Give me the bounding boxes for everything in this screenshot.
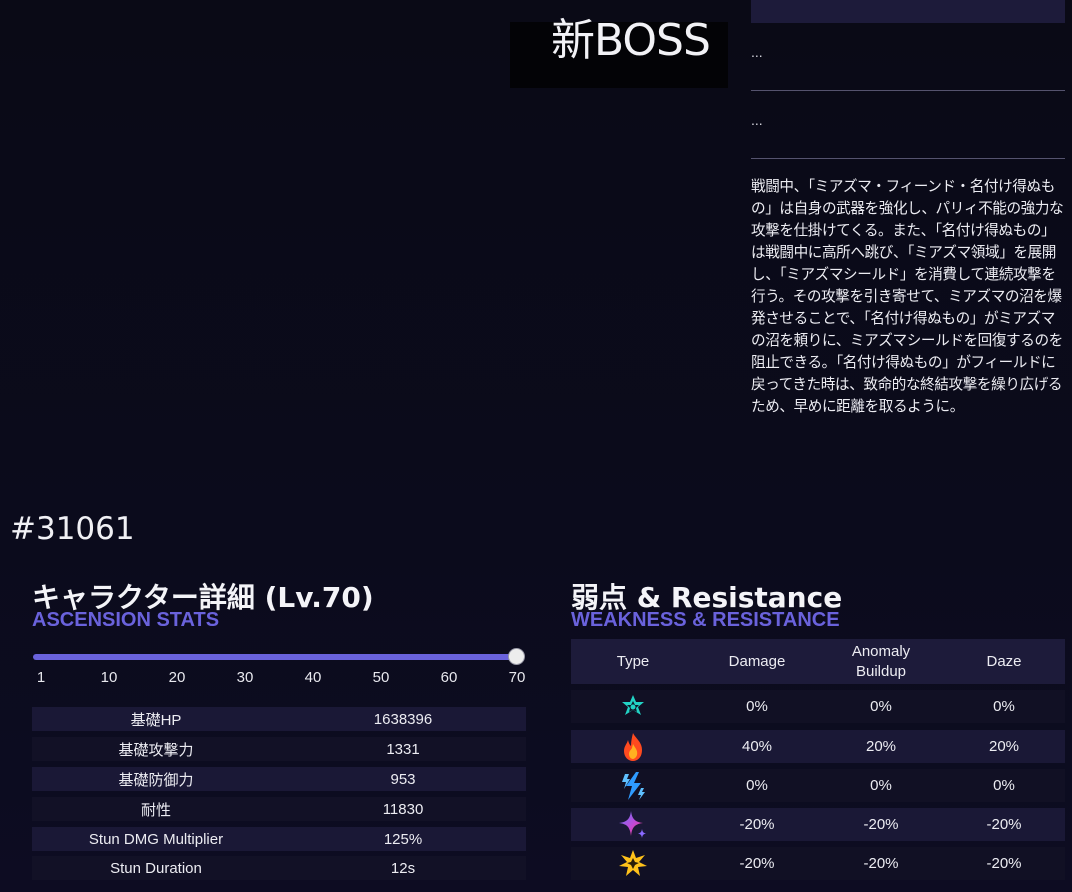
level-tick: 40 [304,669,322,686]
level-tick: 50 [372,669,390,686]
header-daze: Daze [986,653,1022,670]
stat-row: 基礎攻撃力 1331 [32,737,526,761]
divider [751,158,1065,159]
stat-row: Stun DMG Multiplier 125% [32,827,526,851]
ether-icon [571,810,695,840]
weakness-row: 0% 0% 0% [571,769,1065,802]
level-tick: 20 [168,669,186,686]
anomaly-value: 0% [870,697,892,715]
anomaly-value: -20% [863,854,899,872]
anomaly-value: -20% [863,815,899,833]
level-tick: 10 [100,669,118,686]
level-tick: 70 [508,669,526,686]
stat-value: 1331 [386,740,420,758]
stat-value: 953 [390,770,416,788]
stat-label: Stun Duration [110,859,202,877]
damage-value: -20% [739,816,775,833]
stat-label: 耐性 [140,801,171,819]
stat-value: 12s [390,859,416,877]
weakness-row: -20% -20% -20% [571,847,1065,880]
weakness-row: -20% -20% -20% [571,808,1065,841]
anomaly-value: 0% [870,776,892,794]
stat-value: 11830 [382,800,424,818]
stat-label: 基礎防御力 [118,771,194,789]
damage-value: 0% [746,698,768,715]
top-banner [751,0,1065,23]
weakness-row: 0% 0% 0% [571,690,1065,723]
level-slider-thumb[interactable] [508,648,525,665]
stat-label: 基礎攻撃力 [118,741,194,759]
stat-label: Stun DMG Multiplier [88,830,224,848]
fire-icon [571,732,695,762]
page-title: 新BOSS [551,15,711,66]
boss-id: #31061 [10,511,135,547]
boss-description: 戦闘中、「ミアズマ・フィーンド・名付け得ぬもの」は自身の武器を強化し、パリィ不能… [751,178,1064,415]
damage-value: 0% [746,777,768,794]
level-slider-track[interactable] [33,654,517,660]
level-tick: 60 [440,669,458,686]
stat-row: 耐性 11830 [32,797,526,821]
stat-row: 基礎HP 1638396 [32,707,526,731]
physical-icon [571,694,695,720]
damage-value: -20% [739,855,775,872]
weakness-row: 40% 20% 20% [571,730,1065,763]
damage-value: 40% [741,738,773,755]
daze-value: -20% [986,816,1022,833]
level-tick: 30 [236,669,254,686]
daze-value: 0% [993,698,1015,715]
stat-value: 1638396 [373,710,433,728]
divider [751,90,1065,91]
weakness-subtitle: WEAKNESS & RESISTANCE [571,609,840,631]
info-line-2: ... [751,112,763,128]
level-tick: 1 [36,669,46,686]
electric-icon [571,771,695,801]
weakness-table-header: Type Damage Anomaly Buildup Daze [571,639,1065,684]
stats-subtitle: ASCENSION STATS [32,609,220,631]
anomaly-value: 20% [865,737,897,755]
daze-value: 0% [993,777,1015,794]
ice-icon [571,849,695,879]
stat-value: 125% [383,830,423,848]
stat-row: Stun Duration 12s [32,856,526,880]
stat-row: 基礎防御力 953 [32,767,526,791]
stat-label: 基礎HP [130,711,182,729]
daze-value: -20% [986,855,1022,872]
header-damage: Damage [728,653,786,670]
info-line-1: ... [751,44,763,60]
header-anomaly: Anomaly Buildup [851,642,911,680]
header-type: Type [616,653,650,670]
daze-value: 20% [988,738,1020,755]
